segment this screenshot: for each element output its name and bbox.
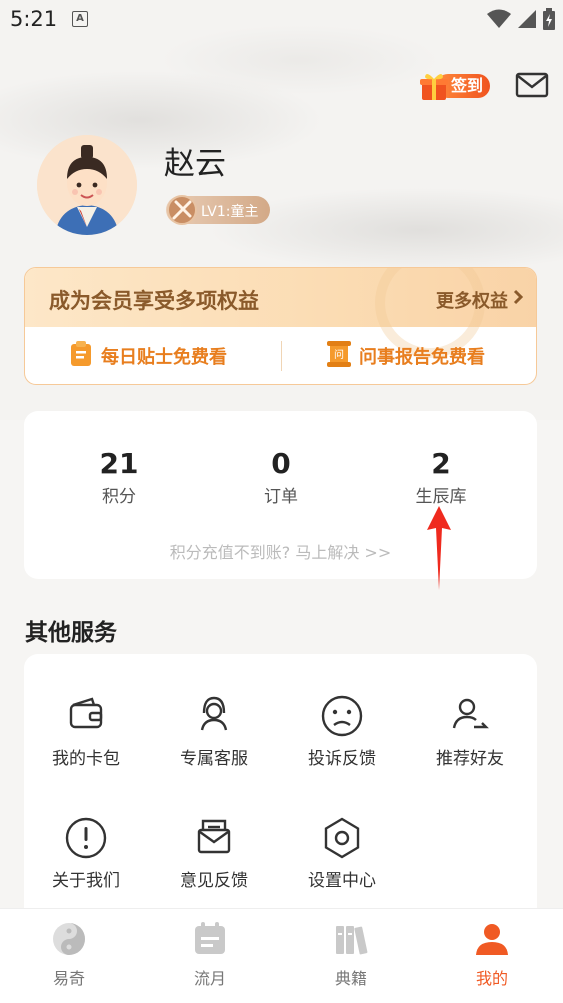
headset-icon [200, 696, 228, 731]
stat-orders[interactable]: 0 订单 [221, 447, 341, 507]
wallet-icon [69, 697, 103, 729]
yinyang-icon [53, 923, 85, 955]
tab-liuyue[interactable]: 流月 [165, 921, 255, 989]
services-card: 我的卡包 专属客服 投诉反馈 推荐好友 关于我们 意见反馈 设置中心 [24, 654, 537, 924]
tab-label: 流月 [193, 969, 226, 988]
profile-icon [476, 924, 508, 955]
stat-value: 21 [99, 447, 139, 480]
stat-value: 2 [431, 447, 451, 480]
service-customer-support[interactable]: 专属客服 [154, 694, 274, 769]
status-icons [487, 8, 555, 30]
services-title: 其他服务 [25, 620, 117, 646]
stat-label: 订单 [264, 487, 298, 507]
avatar[interactable] [37, 135, 137, 235]
chevron-right-icon [513, 289, 524, 305]
tab-mine[interactable]: 我的 [447, 921, 537, 989]
calendar-icon [195, 922, 225, 954]
tab-label: 典籍 [334, 969, 367, 988]
tab-label: 易奇 [52, 969, 85, 988]
vip-links: 每日贴士免费看 问 问事报告免费看 [25, 327, 536, 384]
clipboard-icon [71, 341, 91, 366]
stat-label: 积分 [102, 487, 136, 507]
tab-yiqi[interactable]: 易奇 [24, 921, 114, 989]
service-recommend-friend[interactable]: 推荐好友 [410, 694, 530, 769]
books-icon [336, 926, 368, 955]
stat-birth-library[interactable]: 2 生辰库 [381, 447, 501, 507]
recharge-help-link[interactable]: 积分充值不到账? 马上解决 >> [24, 539, 537, 563]
vip-title: 成为会员享受多项权益 [49, 289, 259, 313]
service-label: 关于我们 [52, 871, 120, 891]
vip-more-link[interactable]: 更多权益 [436, 287, 508, 313]
vip-divider [281, 341, 282, 371]
service-label: 推荐好友 [436, 749, 504, 769]
stat-points[interactable]: 21 积分 [59, 447, 179, 507]
level-text: LV1:童主 [201, 204, 259, 220]
tab-label: 我的 [475, 969, 508, 988]
tab-dianji[interactable]: 典籍 [306, 921, 396, 989]
notification-a-icon: A [72, 11, 88, 27]
svg-text:问: 问 [334, 348, 344, 361]
sword-badge-icon [167, 195, 197, 225]
service-settings[interactable]: 设置中心 [282, 816, 402, 891]
daily-tips-link[interactable]: 每日贴士免费看 [101, 343, 227, 369]
report-link[interactable]: 问事报告免费看 [359, 343, 485, 369]
status-time: 5:21 [10, 7, 58, 31]
scroll-icon: 问 [327, 341, 351, 367]
service-complaint[interactable]: 投诉反馈 [282, 694, 402, 769]
vip-banner[interactable]: 成为会员享受多项权益 更多权益 [25, 268, 536, 358]
red-annotation-arrow-icon [427, 506, 451, 590]
service-label: 投诉反馈 [308, 749, 376, 769]
gift-icon [420, 73, 448, 100]
service-about-us[interactable]: 关于我们 [26, 816, 146, 891]
share-user-icon [452, 698, 489, 729]
avatar-portrait-icon [37, 135, 137, 235]
feedback-mail-icon [197, 819, 231, 854]
vip-card[interactable]: 成为会员享受多项权益 更多权益 每日贴士免费看 问 问事报告免费看 [24, 267, 537, 385]
user-name: 赵云 [164, 146, 226, 182]
stat-value: 0 [271, 447, 291, 480]
service-wallet[interactable]: 我的卡包 [26, 694, 146, 769]
stats-card: 21 积分 0 订单 2 生辰库 积分充值不到账? 马上解决 >> [24, 411, 537, 579]
service-label: 设置中心 [308, 871, 376, 891]
checkin-button[interactable]: 签到 [418, 70, 490, 100]
info-icon [65, 817, 107, 859]
status-bar: 5:21 A [0, 0, 563, 40]
sad-face-icon [321, 695, 363, 737]
service-label: 我的卡包 [52, 749, 120, 769]
tab-bar: 易奇 流月 典籍 我的 [0, 908, 563, 1003]
level-badge[interactable]: LV1:童主 [166, 195, 270, 225]
service-label: 专属客服 [180, 749, 248, 769]
settings-hex-icon [324, 817, 360, 859]
battery-icon [543, 8, 555, 30]
service-label: 意见反馈 [180, 871, 248, 891]
signal-icon [518, 10, 536, 28]
mail-icon[interactable] [515, 72, 549, 98]
wifi-icon [487, 9, 511, 28]
service-feedback[interactable]: 意见反馈 [154, 816, 274, 891]
